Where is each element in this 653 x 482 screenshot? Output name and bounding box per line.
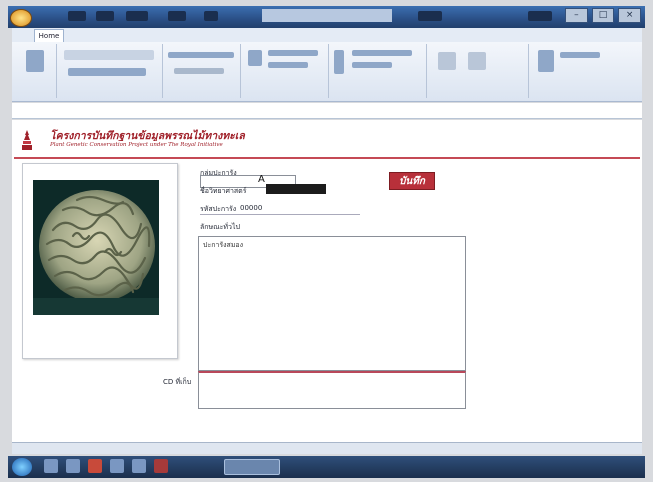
explorer-icon[interactable] <box>44 459 58 473</box>
code-field-underline <box>200 214 360 215</box>
selection-icon[interactable] <box>352 50 412 56</box>
ribbon-group-font <box>164 44 241 98</box>
minimize-button[interactable]: – <box>565 8 588 23</box>
scientific-name-field[interactable] <box>266 184 326 194</box>
access-app-icon[interactable] <box>154 459 168 473</box>
detail-text: ปะการังสมอง <box>203 241 244 249</box>
royal-emblem-icon <box>22 130 32 150</box>
ribbon-group-records <box>242 44 329 98</box>
quick-access-icon[interactable] <box>168 11 186 21</box>
ribbon <box>12 42 642 102</box>
ribbon-tab-row <box>12 28 642 42</box>
quick-access-icon[interactable] <box>126 11 148 21</box>
quick-access-icon[interactable] <box>68 11 86 21</box>
quick-access-icon[interactable] <box>204 11 218 21</box>
ribbon-group-clipboard <box>58 44 163 98</box>
close-button[interactable]: × <box>618 8 642 23</box>
advanced-icon[interactable] <box>352 62 392 68</box>
folder-icon[interactable] <box>110 459 124 473</box>
new-record-icon[interactable] <box>268 50 318 56</box>
tab-home[interactable]: Home <box>34 29 64 42</box>
detail-label: ลักษณะทั่วไป <box>200 223 240 231</box>
replace-icon[interactable] <box>560 52 600 58</box>
alignment-icons[interactable] <box>174 68 224 74</box>
paste-area[interactable] <box>64 50 154 60</box>
maximize-button[interactable]: □ <box>591 8 615 23</box>
navigation-strip <box>12 103 642 119</box>
scientific-name-label: ชื่อวิทยาศาสตร์ <box>200 187 247 195</box>
size-to-fit-icon[interactable] <box>438 52 456 70</box>
find-icon[interactable] <box>538 50 554 72</box>
detail-textarea[interactable] <box>198 236 466 371</box>
format-icons[interactable] <box>168 52 234 58</box>
delete-icon[interactable] <box>268 62 308 68</box>
font-dropdown[interactable] <box>68 68 146 76</box>
system-tray <box>566 462 638 472</box>
app-icon[interactable] <box>132 459 146 473</box>
coral-code-value[interactable]: 00000 <box>240 204 262 212</box>
form-subtitle: Plant Genetic Conservation Project under… <box>50 142 223 148</box>
taskbar-access-window[interactable] <box>224 459 280 475</box>
media-icon[interactable] <box>88 459 102 473</box>
office-button-icon[interactable] <box>10 9 32 27</box>
refresh-icon[interactable] <box>248 50 262 66</box>
browser-icon[interactable] <box>66 459 80 473</box>
quick-access-icon[interactable] <box>96 11 114 21</box>
ribbon-group-find <box>530 44 630 98</box>
contextual-tab[interactable] <box>418 11 442 21</box>
switch-windows-icon[interactable] <box>468 52 486 70</box>
taskbar <box>8 456 645 478</box>
start-button-icon[interactable] <box>12 458 32 476</box>
window-title <box>262 9 392 22</box>
quick-access-icon[interactable] <box>528 11 552 21</box>
window-controls: – □ × <box>565 8 642 23</box>
filter-icon[interactable] <box>334 50 344 74</box>
status-bar <box>12 442 642 454</box>
save-button[interactable]: บันทึก <box>389 172 435 190</box>
ribbon-group-views <box>16 44 57 98</box>
form-title: โครงการบันทึกฐานข้อมูลพรรณไม้ทางทะเล <box>50 130 245 141</box>
header-divider <box>14 157 640 159</box>
view-icon[interactable] <box>26 50 44 72</box>
coral-group-value: A <box>258 174 265 185</box>
brain-coral-photo <box>33 180 159 315</box>
ribbon-group-sort-filter <box>330 44 427 98</box>
ribbon-group-window <box>428 44 529 98</box>
cd-label: CD ที่เก็บ <box>163 378 192 386</box>
cd-location-field[interactable] <box>198 371 466 409</box>
